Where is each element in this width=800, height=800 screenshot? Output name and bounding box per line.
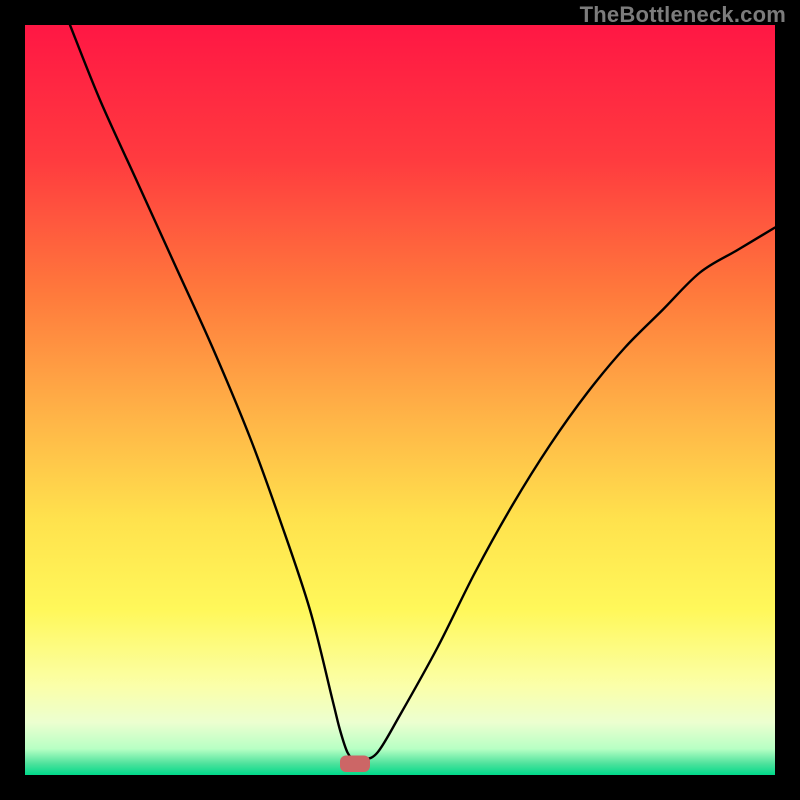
plot-area (25, 25, 775, 775)
bottleneck-marker (340, 756, 370, 773)
outer-frame: TheBottleneck.com (0, 0, 800, 800)
bottleneck-chart (25, 25, 775, 775)
watermark-text: TheBottleneck.com (580, 2, 786, 28)
gradient-background (25, 25, 775, 775)
